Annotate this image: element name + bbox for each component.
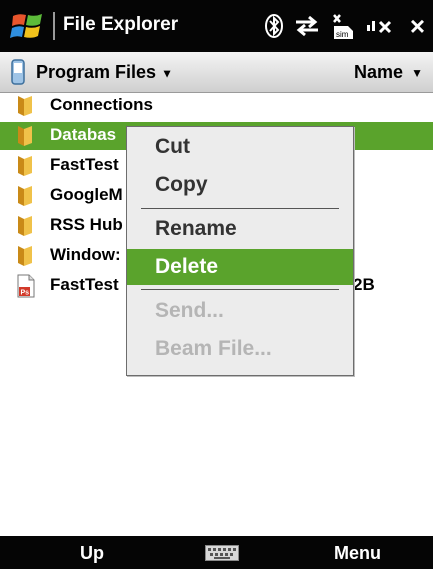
menu-item-label: Delete	[155, 255, 219, 278]
file-name: FastTest	[50, 155, 119, 174]
bluetooth-icon[interactable]	[264, 13, 284, 39]
list-item[interactable]: Connections	[0, 92, 433, 120]
status-icons: sim ×	[264, 10, 425, 42]
volume-muted-icon[interactable]	[366, 14, 396, 38]
menu-item-label: Cut	[155, 135, 190, 158]
context-menu: Cut Copy Rename Delete Send... Beam File…	[126, 126, 354, 376]
windows-start-icon[interactable]	[10, 10, 44, 42]
menu-item-label: Copy	[155, 173, 208, 196]
folder-icon	[18, 156, 32, 176]
folder-icon	[18, 96, 32, 116]
sort-dropdown[interactable]: Name	[354, 62, 403, 83]
menu-item-label: Rename	[155, 217, 237, 240]
no-sim-icon[interactable]: sim	[330, 12, 356, 40]
sort-label: Name	[353, 62, 403, 82]
folder-icon	[18, 216, 32, 236]
chevron-down-icon: ▼	[161, 66, 173, 81]
folder-name: Program Files	[36, 62, 157, 82]
menu-separator	[141, 289, 339, 290]
keyboard-icon[interactable]	[205, 545, 239, 561]
title-bar: File Explorer sim ×	[0, 0, 433, 52]
file-name: Connections	[50, 95, 153, 114]
menu-item-rename[interactable]: Rename	[127, 211, 353, 247]
menu-item-send: Send...	[127, 293, 353, 329]
softkey-menu[interactable]: Menu	[334, 543, 381, 564]
file-name: RSS Hub	[50, 215, 123, 234]
file-name: GoogleM	[50, 185, 123, 204]
svg-text:Ps: Ps	[21, 290, 30, 297]
close-icon[interactable]: ×	[410, 13, 425, 39]
file-name: FastTest	[50, 275, 119, 294]
document-icon: Ps	[17, 274, 35, 298]
file-name: Window:	[50, 245, 121, 264]
menu-item-cut[interactable]: Cut	[127, 129, 353, 165]
file-size: 2B	[353, 275, 375, 294]
app-title: File Explorer	[63, 14, 179, 35]
folder-icon	[18, 126, 32, 146]
device-icon	[11, 59, 25, 85]
menu-separator	[141, 208, 339, 209]
softkey-bar: Up Menu	[0, 536, 433, 569]
folder-dropdown[interactable]: Program Files ▼	[36, 62, 173, 83]
menu-item-delete[interactable]: Delete	[127, 249, 353, 285]
menu-item-label: Beam File...	[155, 337, 272, 360]
file-name: Databas	[50, 125, 117, 144]
folder-icon	[18, 246, 32, 266]
title-separator	[53, 12, 55, 40]
folder-bar: Program Files ▼ Name ▼	[0, 52, 433, 93]
folder-icon	[18, 186, 32, 206]
menu-item-beam-file: Beam File...	[127, 331, 353, 367]
softkey-up[interactable]: Up	[80, 543, 104, 564]
menu-item-label: Send...	[155, 299, 224, 322]
data-sync-arrows-icon[interactable]	[294, 14, 320, 38]
chevron-down-icon[interactable]: ▼	[411, 66, 423, 80]
svg-text:sim: sim	[336, 30, 349, 39]
menu-item-copy[interactable]: Copy	[127, 167, 353, 203]
